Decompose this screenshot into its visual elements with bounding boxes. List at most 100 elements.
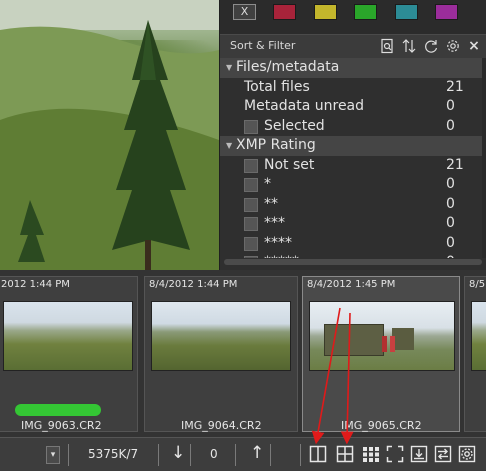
tree-row-metadata-unread[interactable]: Metadata unread 0 [220,97,482,117]
preview-tree-graphic [0,0,219,270]
grid-icon[interactable] [362,445,380,463]
color-label-purple[interactable] [435,4,458,20]
person-graphic [390,336,395,352]
tree-label: Not set [264,156,315,173]
filmstrip: 2012 1:44 PM IMG_9063.CR2 8/4/2012 1:44 … [0,270,486,437]
thumbnail-date: 8/4/2012 1:45 PM [307,279,396,290]
tree-row-not-set[interactable]: Not set 21 [220,156,482,176]
toolbar-separator [270,444,271,466]
swap-icon[interactable] [434,445,452,463]
import-icon[interactable] [410,445,428,463]
thumbnail-card[interactable]: 8/5 [464,276,486,432]
tree-row-rating-3[interactable]: *** 0 [220,214,482,234]
toolbar-separator [68,444,69,466]
tree-label: *** [264,215,285,231]
thumbnail-landscape [472,302,486,370]
tree-value: 0 [446,253,455,258]
tree-value: 21 [446,78,464,95]
toolbar-separator [235,444,236,466]
tree-value: 0 [446,215,455,231]
green-color-label [15,404,101,416]
rating-checkbox[interactable] [244,197,258,212]
selected-checkbox[interactable] [244,119,258,134]
tree-value: 0 [446,98,455,114]
gear-icon[interactable] [445,38,461,54]
tree-value: 21 [446,156,464,173]
split-quad-icon[interactable] [336,445,354,463]
thumbnail-date: 2012 1:44 PM [1,279,70,290]
thumbnail-filename: IMG_9065.CR2 [341,419,422,432]
main-preview-image[interactable] [0,0,219,270]
rating-checkbox[interactable] [244,158,258,173]
tree-value: 0 [446,117,455,134]
toolbar-separator [190,444,191,466]
rating-checkbox[interactable] [244,217,258,231]
person-graphic [382,336,387,352]
tree-label: ***** [264,253,299,258]
tree-label: XMP Rating [236,137,316,153]
truck-graphic [324,324,384,356]
rotation-value[interactable]: 0 [210,447,218,461]
expand-triangle-icon[interactable]: ▼ [226,58,232,77]
tree-value: 0 [446,234,455,251]
expand-triangle-icon[interactable]: ▼ [226,136,232,155]
color-label-yellow[interactable] [314,4,337,20]
thumbnail-date: 8/4/2012 1:44 PM [149,279,238,290]
up-arrow-button[interactable]: ↑ [250,443,264,463]
tree-value: 0 [446,176,455,192]
thumbnail-date: 8/5 [469,279,486,290]
color-label-red[interactable] [273,4,296,20]
sort-filter-header: Sort & Filter × [220,34,486,58]
tree-label: ** [264,195,278,212]
tree-row-rating-2[interactable]: ** 0 [220,195,482,215]
dropdown-button[interactable]: ▾ [46,446,60,464]
tree-label: **** [264,234,292,251]
tree-group-xmp-rating[interactable]: ▼ XMP Rating [220,136,482,156]
vertical-scrollbar[interactable] [482,58,486,258]
thumbnail-card[interactable]: 8/4/2012 1:44 PM IMG_9064.CR2 [144,276,298,432]
bottom-toolbar: ▾ 5375K/7 ↓ 0 ↑ [0,437,486,471]
tree-row-total-files[interactable]: Total files 21 [220,78,482,98]
refresh-icon[interactable] [423,38,439,54]
tree-group-files-metadata[interactable]: ▼ Files/metadata [220,58,482,78]
clear-color-label-button[interactable]: X [233,4,256,20]
search-document-icon[interactable] [379,38,395,54]
thumbnail-image [309,301,455,371]
color-label-teal[interactable] [395,4,418,20]
thumbnail-card-selected[interactable]: 8/4/2012 1:45 PM IMG_9065.CR2 [302,276,460,432]
tree-label: Total files [244,78,310,95]
tree-label: * [264,176,271,192]
sort-filter-title: Sort & Filter [230,39,296,52]
right-panel: X Sort & Filter × ▼ Files/metadata Total… [219,0,486,270]
color-label-green[interactable] [354,4,377,20]
color-label-bar: X [220,0,486,34]
thumbnail-card[interactable]: 2012 1:44 PM IMG_9063.CR2 [0,276,138,432]
horizontal-scrollbar[interactable] [224,259,482,265]
rating-checkbox[interactable] [244,178,258,192]
thumbnail-image [3,301,133,371]
sort-filter-tree: ▼ Files/metadata Total files 21 Metadata… [220,58,482,258]
thumbnail-image [471,301,486,371]
thumbnail-filename: IMG_9063.CR2 [21,419,102,432]
toolbar-separator [300,444,301,466]
tree-row-rating-5[interactable]: ***** 0 [220,253,482,258]
color-temperature-readout: 5375K/7 [88,447,139,461]
tree-row-selected[interactable]: Selected 0 [220,117,482,137]
thumbnail-landscape [310,302,454,370]
rating-checkbox[interactable] [244,236,258,251]
thumbnail-filename: IMG_9064.CR2 [181,419,262,432]
fullscreen-icon[interactable] [386,445,404,463]
toolbar-separator [158,444,159,466]
tree-row-rating-1[interactable]: * 0 [220,175,482,195]
split-vertical-icon[interactable] [309,445,327,463]
sort-icon[interactable] [401,38,417,54]
thumbnail-landscape [152,302,290,370]
thumbnail-image [151,301,291,371]
tree-label: Selected [264,117,325,134]
down-arrow-button[interactable]: ↓ [171,443,185,463]
rating-checkbox[interactable] [244,256,258,258]
close-icon[interactable]: × [466,38,482,54]
tree-row-rating-4[interactable]: **** 0 [220,234,482,254]
tree-label: Metadata unread [244,98,365,114]
settings-cog-icon[interactable] [458,445,476,463]
